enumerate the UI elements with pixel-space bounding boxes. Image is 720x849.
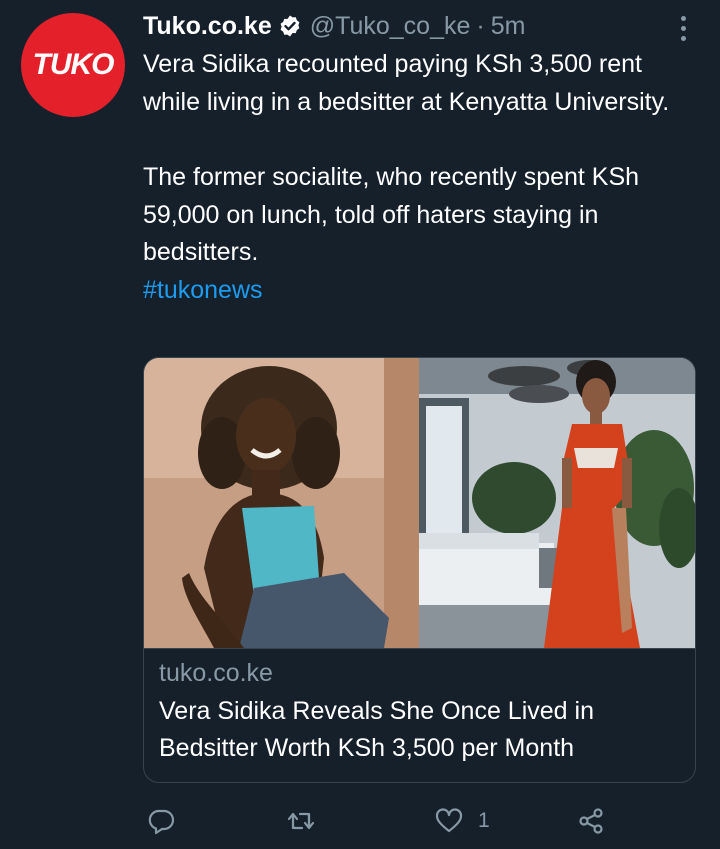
more-options-icon[interactable] [672,10,694,46]
tweet-paragraph-1: Vera Sidika recounted paying KSh 3,500 r… [143,50,670,116]
retweet-icon [287,812,315,830]
like-button[interactable]: 1 [434,806,490,836]
card-domain: tuko.co.ke [159,659,273,687]
tweet-header: Tuko.co.ke @Tuko_co_ke · 5m [143,10,525,42]
link-card[interactable]: tuko.co.ke Vera Sidika Reveals She Once … [143,357,696,783]
share-button[interactable] [576,806,606,836]
timestamp[interactable]: 5m [491,12,526,41]
reply-button[interactable] [146,806,176,836]
separator-dot: · [476,11,485,40]
reply-icon [148,809,175,835]
tweet[interactable]: TUKO Tuko.co.ke @Tuko_co_ke · 5m Vera Si… [0,0,720,849]
card-title: Vera Sidika Reveals She Once Lived in Be… [159,697,594,762]
share-icon [579,808,603,834]
like-count: 1 [478,809,490,832]
verified-badge-icon [278,14,302,38]
heart-icon [435,808,463,833]
card-image[interactable] [144,358,696,648]
retweet-button[interactable] [286,806,316,836]
display-name[interactable]: Tuko.co.ke [143,12,272,41]
hashtag-link[interactable]: #tukonews [143,276,263,304]
tweet-actions: 1 [0,800,720,846]
tweet-text: Vera Sidika recounted paying KSh 3,500 r… [143,46,703,309]
user-handle[interactable]: @Tuko_co_ke [310,12,471,41]
avatar[interactable]: TUKO [21,13,125,117]
avatar-logo-text: TUKO [32,48,115,81]
card-meta[interactable]: tuko.co.ke Vera Sidika Reveals She Once … [144,648,695,782]
tweet-paragraph-2: The former socialite, who recently spent… [143,163,640,266]
